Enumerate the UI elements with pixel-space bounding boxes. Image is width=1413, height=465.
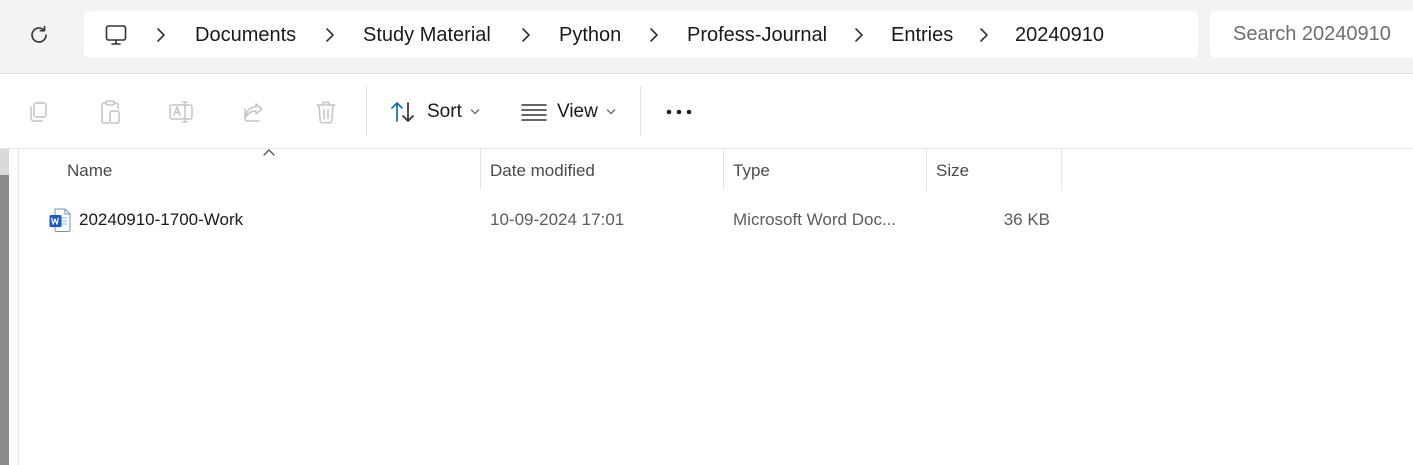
file-size: 36 KB: [1003, 210, 1050, 229]
rename-icon: [169, 101, 193, 123]
view-label: View: [557, 101, 598, 122]
column-header-size[interactable]: Size: [936, 149, 969, 190]
breadcrumb-item-profess-journal[interactable]: Profess-Journal: [687, 22, 827, 48]
file-type: Microsoft Word Doc...: [733, 210, 897, 229]
paste-icon: [101, 100, 120, 124]
chevron-right-icon[interactable]: [518, 23, 534, 47]
address-bar: Documents Study Material Python Profess-…: [0, 0, 1413, 74]
list-view-icon: [521, 104, 547, 121]
chevron-right-icon[interactable]: [976, 23, 992, 47]
column-divider[interactable]: [926, 149, 927, 190]
file-name[interactable]: 20240910-1700-Work: [79, 200, 243, 240]
sort-ascending-icon: [263, 149, 275, 156]
pane-divider[interactable]: [18, 149, 19, 465]
column-divider[interactable]: [1061, 149, 1062, 190]
column-header-type[interactable]: Type: [733, 149, 770, 190]
word-doc-icon: [49, 208, 71, 232]
breadcrumb-item-current[interactable]: 20240910: [1015, 22, 1104, 48]
column-divider[interactable]: [723, 149, 724, 190]
command-bar: Sort View: [0, 74, 1413, 149]
file-date-modified: 10-09-2024 17:01: [490, 210, 625, 229]
paste-button[interactable]: [91, 94, 129, 130]
sort-button[interactable]: Sort: [389, 93, 480, 131]
breadcrumb-item-python[interactable]: Python: [559, 22, 621, 48]
breadcrumb-item-study-material[interactable]: Study Material: [363, 22, 491, 48]
toolbar-divider: [366, 86, 367, 136]
trash-icon: [316, 101, 336, 124]
column-header-date-modified[interactable]: Date modified: [490, 149, 595, 190]
rename-button[interactable]: [162, 94, 200, 130]
breadcrumb-item-documents[interactable]: Documents: [195, 22, 296, 48]
share-button[interactable]: [235, 94, 273, 130]
refresh-button[interactable]: [20, 17, 58, 53]
breadcrumb[interactable]: Documents Study Material Python Profess-…: [84, 11, 1198, 58]
search-input[interactable]: Search 20240910: [1210, 11, 1413, 58]
scrollbar-thumb[interactable]: [0, 175, 9, 465]
file-row[interactable]: 20240910-1700-Work 10-09-2024 17:01 Micr…: [19, 200, 1413, 240]
this-pc-button[interactable]: [102, 21, 130, 49]
breadcrumb-item-entries[interactable]: Entries: [891, 22, 953, 48]
toolbar-divider: [640, 86, 641, 136]
copy-button[interactable]: [19, 94, 57, 130]
chevron-right-icon[interactable]: [322, 23, 338, 47]
chevron-right-icon[interactable]: [851, 23, 867, 47]
view-button[interactable]: View: [521, 93, 616, 131]
chevron-down-icon: [606, 108, 616, 116]
sort-label: Sort: [427, 101, 462, 122]
copy-icon: [30, 102, 47, 122]
delete-button[interactable]: [307, 94, 345, 130]
monitor-icon: [105, 25, 127, 45]
sort-arrows-icon: [391, 102, 414, 122]
share-icon: [244, 103, 263, 122]
navigation-pane-scrollbar[interactable]: [0, 149, 9, 465]
refresh-icon: [31, 25, 47, 43]
chevron-right-icon[interactable]: [153, 23, 169, 47]
more-options-button[interactable]: [659, 94, 699, 130]
chevron-right-icon[interactable]: [646, 23, 662, 47]
chevron-down-icon: [470, 108, 480, 116]
more-icon: [666, 109, 692, 115]
column-divider[interactable]: [480, 149, 481, 190]
column-header-name[interactable]: Name: [67, 149, 112, 190]
